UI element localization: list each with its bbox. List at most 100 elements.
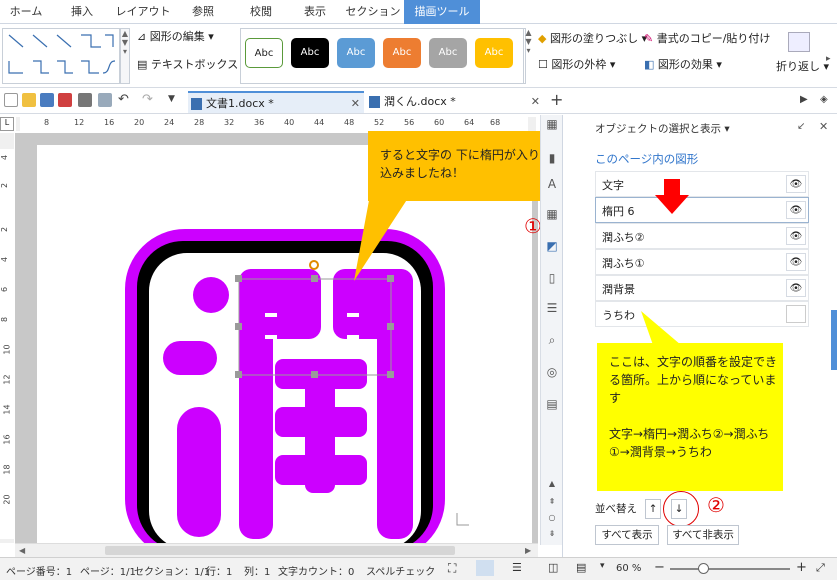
visibility-eye-icon[interactable]: 👁 (786, 175, 806, 193)
prev-page-icon[interactable]: ⇞ (545, 495, 559, 509)
style-icon[interactable]: A (545, 177, 559, 191)
style-white[interactable]: Abc (245, 38, 283, 68)
object-row[interactable]: 潤ふち② 👁 (595, 223, 809, 249)
select-browse-icon[interactable]: ○ (545, 511, 559, 525)
grid-icon[interactable]: ▦ (545, 207, 559, 221)
open-icon[interactable] (22, 93, 36, 107)
refresh-icon[interactable]: ◎ (545, 365, 559, 379)
web-layout-icon[interactable]: ◫ (548, 561, 558, 574)
reading-view-icon[interactable]: ▤ (576, 561, 586, 574)
ruler-tick: 32 (224, 118, 235, 127)
edit-shape-button[interactable]: ⊿ 図形の編集 ▾ (137, 28, 214, 46)
tab-layout[interactable]: レイアウト (112, 0, 174, 24)
object-row[interactable]: 楕円 6 👁 (595, 197, 809, 223)
zoom-level[interactable]: 60 % (616, 563, 641, 574)
document-icon[interactable]: ▮ (545, 151, 559, 165)
print-layout-icon[interactable] (476, 560, 494, 576)
horizontal-scrollbar[interactable]: ◀ ▶ (15, 543, 538, 557)
style-blue[interactable]: Abc (337, 38, 375, 68)
select-objects-icon[interactable]: ◩ (545, 239, 559, 253)
pane-close-icon[interactable]: ✕ (819, 120, 828, 133)
zoom-slider-thumb[interactable] (698, 563, 709, 574)
fullscreen-icon[interactable]: ⛶ (448, 561, 456, 576)
vertical-ruler[interactable]: 4 2 2 4 6 8 10 12 14 16 18 20 (0, 133, 14, 543)
settings-icon[interactable]: ◈ (820, 94, 828, 105)
style-black[interactable]: Abc (291, 38, 329, 68)
page-icon[interactable]: ▯ (545, 271, 559, 285)
effects-button[interactable]: ◧ 図形の効果 ▾ (644, 56, 722, 74)
object-row[interactable]: 文字 👁 (595, 171, 809, 197)
doc-tab-1[interactable]: 文書1.docx * ✕ (188, 91, 364, 113)
move-up-button[interactable]: ↑ (645, 499, 661, 519)
visibility-eye-icon[interactable]: 👁 (786, 201, 806, 219)
customize-icon[interactable]: ▼ (168, 94, 175, 104)
style-orange[interactable]: Abc (383, 38, 421, 68)
search-icon[interactable]: ⌕ (545, 333, 559, 347)
table-icon[interactable]: ▤ (545, 397, 559, 411)
outline-view-icon[interactable]: ☰ (512, 561, 522, 574)
scroll-up-icon[interactable]: ▲ (545, 477, 559, 491)
pane-pin-icon[interactable]: ↙ (797, 121, 805, 132)
status-char-count[interactable]: 文字カウント：0 (278, 563, 354, 578)
save-icon[interactable] (40, 93, 54, 107)
fit-window-icon[interactable]: ⤢ (816, 561, 825, 575)
wrap-button[interactable]: 折り返し ▾ (776, 58, 829, 76)
style-gold[interactable]: Abc (475, 38, 513, 68)
panel-toggle-icon[interactable]: ▶ (800, 94, 808, 105)
ribbon-scroll-icon[interactable]: ▸ (826, 54, 831, 64)
new-tab-button[interactable]: + (550, 90, 563, 109)
visibility-eye-icon[interactable]: 👁 (786, 227, 806, 245)
tab-home[interactable]: ホーム (0, 0, 52, 24)
object-row[interactable]: 潤ふち① 👁 (595, 249, 809, 275)
tab-drawing-tools[interactable]: 描画ツール (404, 0, 480, 24)
styles-scroll[interactable]: ▲ ▼ ▾ (523, 28, 533, 84)
tab-view[interactable]: 表示 (292, 0, 338, 24)
redo-icon[interactable]: ↷ (142, 92, 153, 107)
next-page-icon[interactable]: ⇟ (545, 527, 559, 541)
outline-button[interactable]: ☐ 図形の外枠 ▾ (538, 56, 615, 74)
visibility-eye-icon[interactable]: 👁 (786, 253, 806, 271)
new-icon[interactable] (4, 93, 18, 107)
panel-icon[interactable]: ▦ (545, 117, 559, 131)
scroll-thumb[interactable] (105, 546, 455, 555)
style-gray[interactable]: Abc (429, 38, 467, 68)
visibility-box[interactable] (786, 305, 806, 323)
tab-section[interactable]: セクション (344, 0, 402, 24)
horizontal-ruler[interactable]: 8 12 16 20 24 28 32 36 40 44 48 52 56 60… (16, 117, 536, 131)
status-page-number[interactable]: ページ番号：1 (6, 563, 72, 578)
copy-format-button[interactable]: ✎ 書式のコピー/貼り付け (644, 30, 770, 48)
shape-styles-gallery[interactable]: Abc Abc Abc Abc Abc Abc (240, 28, 526, 84)
line-shapes-gallery[interactable] (2, 28, 120, 84)
zoom-menu-icon[interactable]: ▾ (600, 561, 605, 571)
gallery-scroll[interactable]: ▲ ▼ ▾ (120, 28, 130, 84)
pane-collapse-handle[interactable] (831, 310, 837, 370)
close-icon[interactable]: ✕ (531, 91, 540, 113)
doc-tab-2[interactable]: 潤くん.docx * ✕ (366, 91, 544, 113)
fill-button[interactable]: ◆ 図形の塗りつぶし ▾ (538, 30, 647, 48)
pdf-icon[interactable] (58, 93, 72, 107)
scroll-right-icon[interactable]: ▶ (525, 546, 531, 555)
zoom-out-icon[interactable]: − (654, 560, 665, 575)
tab-review[interactable]: 校閲 (238, 0, 284, 24)
list-icon[interactable]: ☰ (545, 301, 559, 315)
zoom-in-icon[interactable]: + (796, 560, 807, 575)
hide-all-button[interactable]: すべて非表示 (667, 525, 739, 545)
pane-title[interactable]: オブジェクトの選択と表示 ▾ (595, 121, 730, 136)
ruler-corner[interactable]: L (0, 117, 14, 131)
uchiwa-artwork[interactable] (37, 145, 532, 559)
scroll-left-icon[interactable]: ◀ (19, 546, 25, 555)
print-icon[interactable] (78, 93, 92, 107)
zoom-slider-track[interactable] (670, 568, 790, 570)
ruler-tick: 36 (254, 118, 265, 127)
status-spellcheck[interactable]: スペルチェック (366, 563, 435, 578)
object-row[interactable]: 潤背景 👁 (595, 275, 809, 301)
text-box-button[interactable]: ▤ テキストボックス ▾ (137, 56, 247, 74)
undo-icon[interactable]: ↶ (118, 92, 129, 107)
document-page[interactable] (37, 145, 532, 559)
preview-icon[interactable] (98, 93, 112, 107)
close-icon[interactable]: ✕ (351, 93, 360, 115)
show-all-button[interactable]: すべて表示 (595, 525, 659, 545)
tab-references[interactable]: 参照 (180, 0, 226, 24)
visibility-eye-icon[interactable]: 👁 (786, 279, 806, 297)
tab-insert[interactable]: 挿入 (58, 0, 106, 24)
